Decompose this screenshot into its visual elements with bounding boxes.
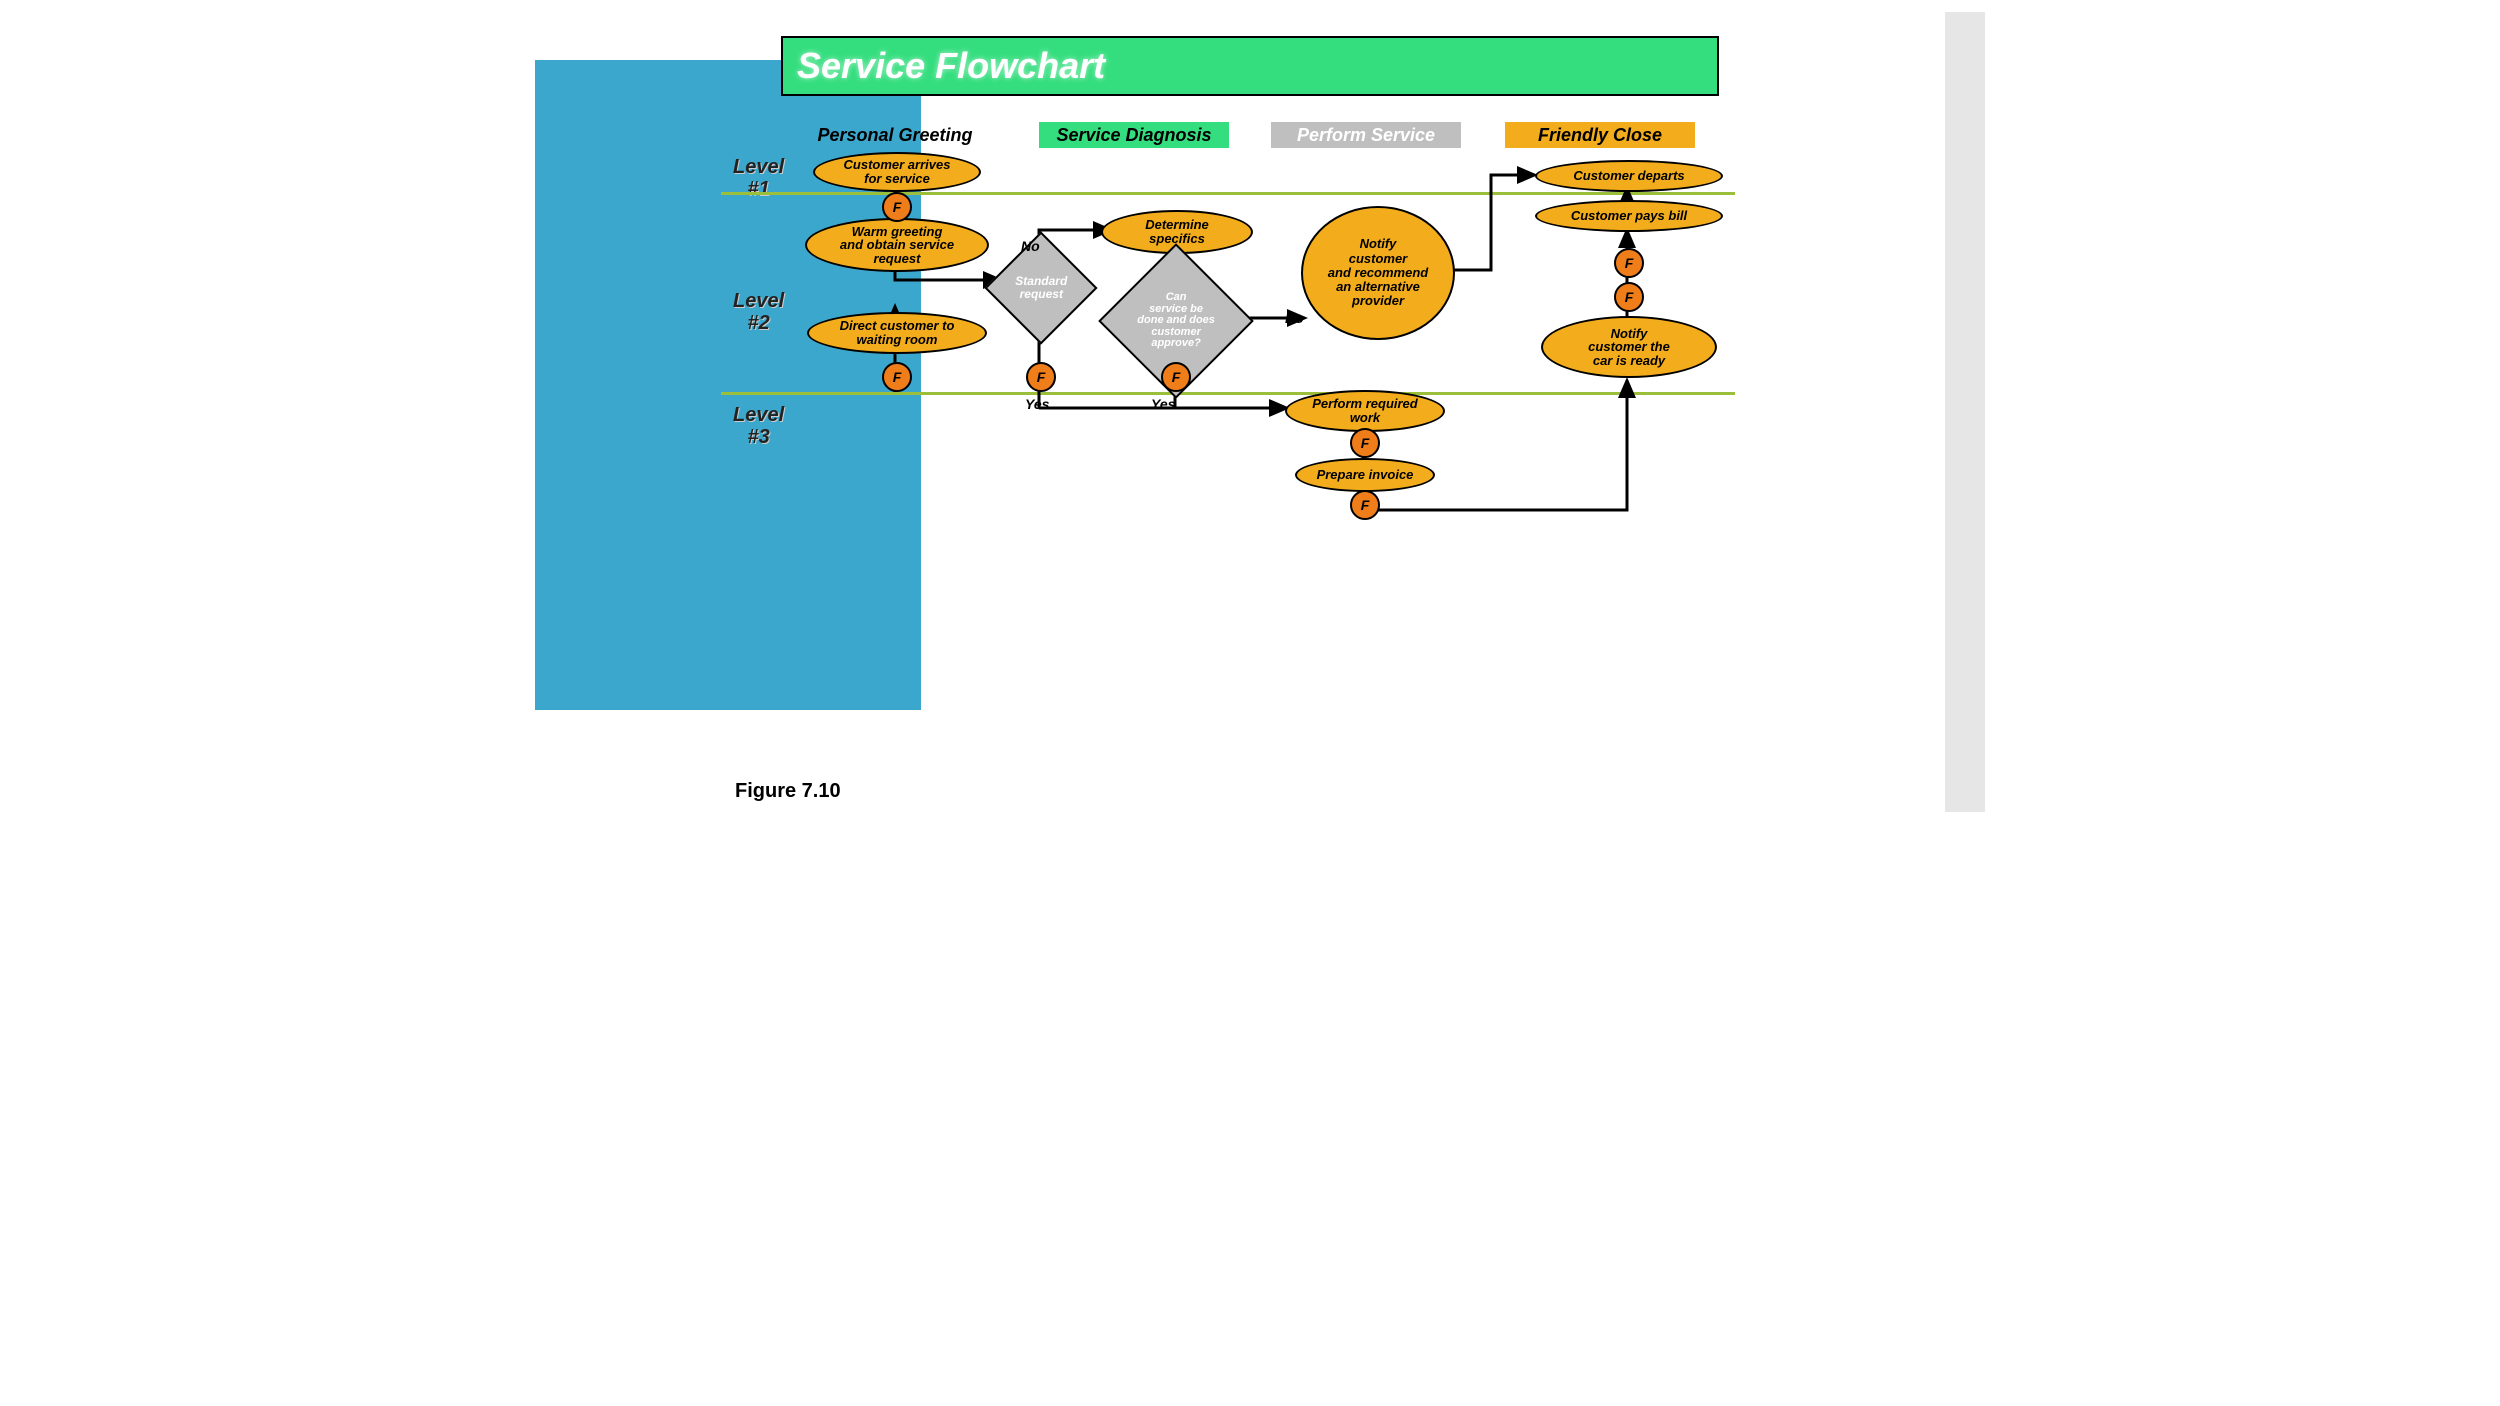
label-no-2: No [1285, 310, 1304, 326]
label-yes-2: Yes [1151, 396, 1175, 412]
node-customer-departs: Customer departs [1535, 160, 1723, 192]
title-text: Service Flowchart [797, 45, 1105, 87]
level-2-label: Level #2 [733, 290, 784, 334]
decision-can-service-text: Can service be done and does customer ap… [1123, 292, 1229, 350]
node-prepare-invoice: Prepare invoice [1295, 458, 1435, 492]
column-header-perform-service: Perform Service [1271, 122, 1461, 148]
fail-point-6: F [1350, 490, 1380, 520]
node-notify-alternative: Notify customer and recommend an alterna… [1301, 206, 1455, 340]
fail-point-3: F [1026, 362, 1056, 392]
column-header-personal-greeting: Personal Greeting [805, 122, 985, 148]
column-header-friendly-close: Friendly Close [1505, 122, 1695, 148]
label-yes-1: Yes [1025, 396, 1049, 412]
node-notify-ready: Notify customer the car is ready [1541, 316, 1717, 378]
divider-level-2-3 [721, 392, 1735, 395]
level-3-label: Level #3 [733, 404, 784, 448]
node-customer-arrives: Customer arrives for service [813, 152, 981, 192]
node-customer-pays: Customer pays bill [1535, 200, 1723, 232]
fail-point-8: F [1614, 282, 1644, 312]
decision-standard-request-text: Standard request [1003, 275, 1079, 300]
decor-grey-bar [1945, 12, 1985, 812]
node-direct-waiting-room: Direct customer to waiting room [807, 312, 987, 354]
flowchart-stage: Service Flowchart Personal Greeting Serv… [515, 0, 1985, 829]
decision-standard-request: Standard request [984, 231, 1097, 344]
fail-point-5: F [1350, 428, 1380, 458]
node-warm-greeting: Warm greeting and obtain service request [805, 218, 989, 272]
fail-point-4: F [1161, 362, 1191, 392]
column-header-service-diagnosis: Service Diagnosis [1039, 122, 1229, 148]
figure-caption: Figure 7.10 [735, 780, 841, 803]
label-no-1: No [1021, 238, 1040, 254]
divider-level-1-2 [721, 192, 1735, 195]
fail-point-1: F [882, 192, 912, 222]
node-perform-work: Perform required work [1285, 390, 1445, 432]
title-bar: Service Flowchart [781, 36, 1719, 96]
fail-point-2: F [882, 362, 912, 392]
fail-point-7: F [1614, 248, 1644, 278]
